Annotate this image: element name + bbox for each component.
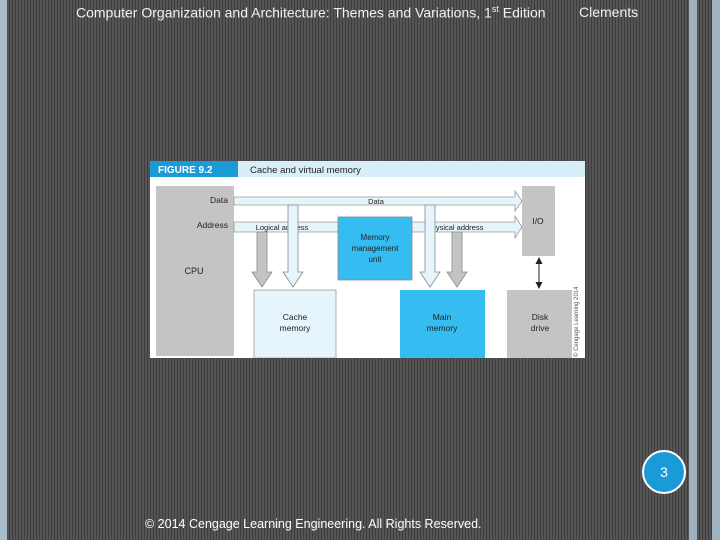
main-label-1: Main — [433, 312, 452, 322]
cpu-label: CPU — [184, 266, 203, 276]
disk-label-2: drive — [531, 323, 550, 333]
mmu-label-1: Memory — [361, 233, 390, 242]
main-address-arrow — [446, 231, 468, 288]
cache-label-1: Cache — [283, 312, 308, 322]
cpu-address-label: Address — [197, 220, 228, 230]
slide-right-edge-outer — [712, 0, 720, 540]
slide-right-edge — [689, 0, 697, 540]
main-data-arrow — [419, 204, 441, 288]
author-name: Clements — [579, 4, 639, 20]
figure-diagram: FIGURE 9.2 Cache and virtual memory Data… — [150, 161, 585, 358]
main-label-2: memory — [427, 323, 458, 333]
cache-data-arrow — [251, 231, 273, 288]
slide-left-edge — [0, 0, 7, 540]
io-disk-arrowhead-down — [535, 282, 543, 289]
figure-cache-virtual-memory: FIGURE 9.2 Cache and virtual memory Data… — [150, 161, 585, 358]
figure-caption: Cache and virtual memory — [250, 165, 361, 176]
data-bus-label: Data — [368, 197, 385, 206]
cache-address-arrow — [282, 204, 304, 288]
disk-label-1: Disk — [532, 312, 549, 322]
figure-label: FIGURE 9.2 — [158, 165, 213, 176]
slide-title: Computer Organization and Architecture: … — [76, 4, 546, 21]
io-disk-arrowhead-up — [535, 257, 543, 264]
cache-label-2: memory — [280, 323, 311, 333]
cpu-data-label: Data — [210, 195, 228, 205]
logical-address-label: Logical address — [256, 223, 309, 232]
footer-copyright: © 2014 Cengage Learning Engineering. All… — [145, 517, 482, 531]
io-label: I/O — [532, 216, 544, 226]
figure-copyright: © Cengage Learning 2014 — [573, 286, 580, 357]
mmu-label-2: management — [352, 244, 399, 253]
page-number-badge: 3 — [642, 450, 686, 494]
mmu-label-3: unit — [369, 255, 383, 264]
